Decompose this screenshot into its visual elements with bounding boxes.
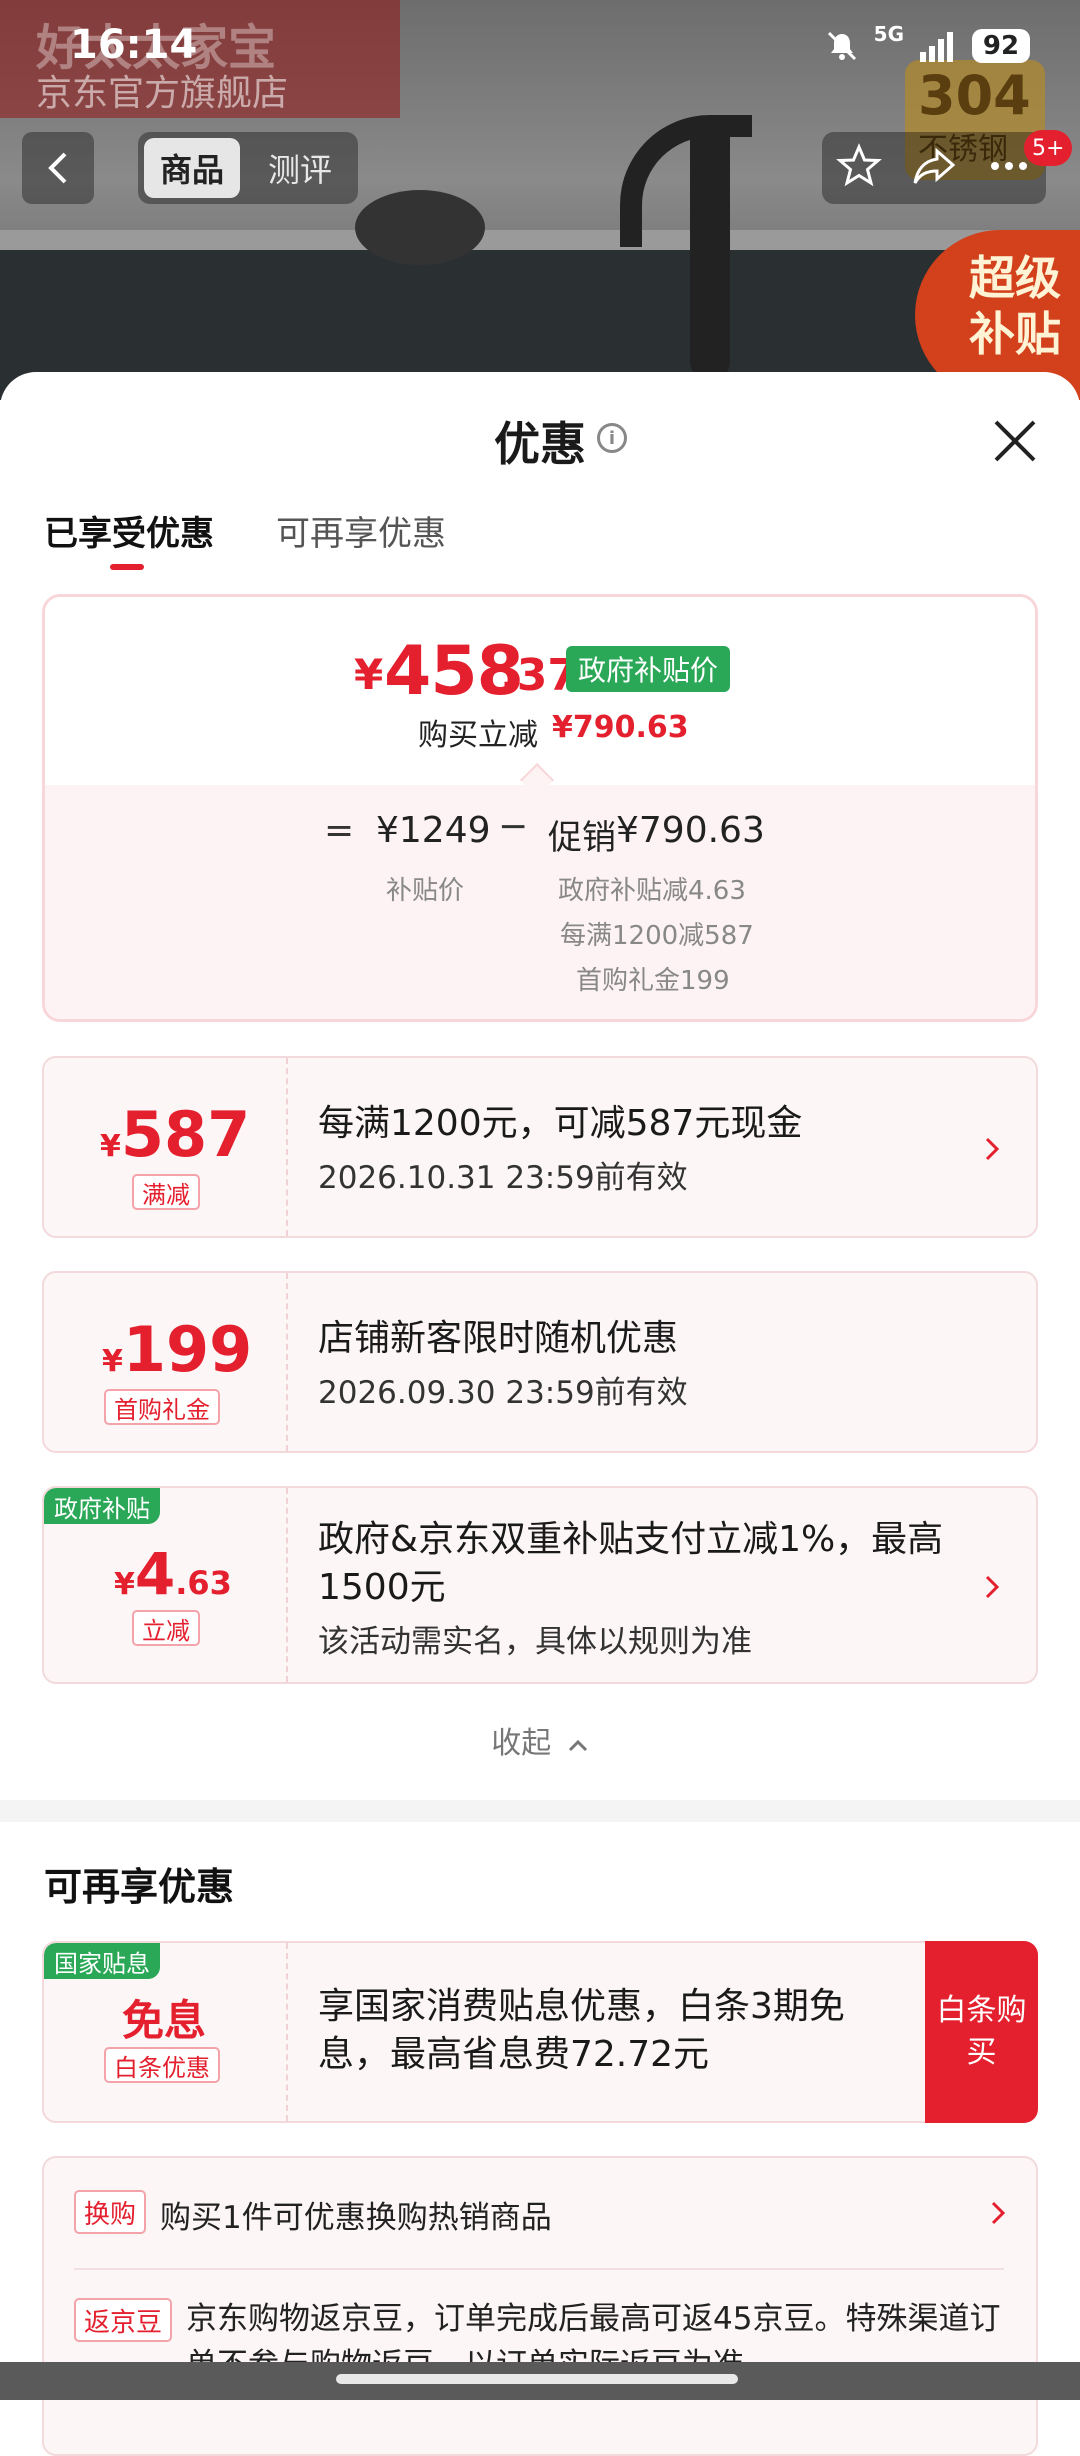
extra-offers-card: 换购 购买1件可优惠换购热销商品 返京豆 京东购物返京豆，订单完成后最高可返45… [42,2156,1038,2456]
coupon-divider [286,1488,288,1682]
coupon-title: 每满1200元，可减587元现金 [318,1103,803,1144]
promo-detail: 政府补贴减4.63 [558,876,746,906]
chevron-right-icon [985,1575,1000,1599]
bell-off-icon [824,28,860,64]
info-icon[interactable]: i [597,423,627,453]
coupon-amount: ¥ 587 [100,1098,250,1171]
coupon-divider [286,1943,288,2121]
more-discounts-title: 可再享优惠 [44,1865,235,1909]
price-currency: ¥ [354,650,384,699]
sheet-title: 优惠 [494,417,586,471]
exchange-tag: 换购 [74,2190,147,2234]
steel-badge-number: 304 [918,64,1031,127]
equals-sign: = [324,810,355,851]
minus-sign: − [498,806,529,847]
baitiao-tag: 白条优惠 [104,2047,220,2083]
chevron-left-icon [48,152,67,184]
tab-more-discounts[interactable]: 可再享优惠 [276,506,446,555]
coupon-card[interactable]: ¥ 587 满减 每满1200元，可减587元现金 2026.10.31 23:… [42,1056,1038,1238]
status-icons: 5G 92 [824,22,1030,70]
buy-reduce-value: ¥790.63 [552,710,689,745]
coupon-currency: ¥ [102,1344,123,1379]
network-type: 5G [873,22,904,46]
status-time: 16:14 [70,22,198,68]
home-indicator[interactable] [336,2374,738,2384]
gov-subsidy-corner-tag: 政府补贴 [44,1488,160,1524]
close-icon [994,420,1036,462]
coupon-amount: ¥ 4 .63 [114,1540,232,1608]
baitiao-buy-button[interactable]: 白条购买 [925,1941,1038,2123]
promo-label: 促销 [548,818,616,858]
tab-enjoyed-discounts[interactable]: 已享受优惠 [44,506,214,555]
coupon-value: 199 [122,1313,253,1386]
coupon-amount: ¥ 199 [102,1313,252,1386]
beans-tag: 返京豆 [74,2298,173,2342]
faucet-arc [620,115,752,247]
exchange-text[interactable]: 购买1件可优惠换购热销商品 [160,2192,552,2237]
message-badge: 5+ [1024,130,1073,166]
close-button[interactable] [990,416,1040,466]
coupon-value-decimal: .63 [175,1564,232,1602]
promo-value: ¥790.63 [616,810,765,851]
coupon-type-tag: 满减 [132,1174,200,1210]
coupon-value: 4 [134,1540,176,1608]
interest-free-title: 享国家消费贴息优惠，白条3期免息，最高省息费72.72元 [318,1986,845,2075]
coupon-type-tag: 立减 [132,1610,200,1646]
tab-review[interactable]: 测评 [250,138,350,198]
star-icon[interactable] [836,143,883,193]
battery-indicator: 92 [972,29,1030,63]
price-breakdown-area [45,785,1035,1019]
super-subsidy-text: 超级补贴 [969,251,1061,361]
collapse-label: 收起 [491,1726,552,1761]
subsidy-price-label: 补贴价 [386,876,465,906]
interest-free-card: 国家贴息 免息 白条优惠 享国家消费贴息优惠，白条3期免息，最高省息费72.72… [42,1941,1038,2123]
coupon-type-tag: 首购礼金 [104,1389,220,1425]
chevron-right-icon [985,1137,1000,1161]
signal-icon [918,30,958,62]
chevron-up-icon [568,1739,587,1752]
coupon-title: 政府&京东双重补贴支付立减1%，最高1500元 [318,1519,944,1608]
coupon-title: 店铺新客限时随机优惠 [318,1318,679,1359]
gov-subsidy-price-tag: 政府补贴价 [566,646,731,692]
back-button[interactable] [22,132,94,204]
buy-reduce-label: 购买立减 [418,718,538,753]
coupon-expiry: 2026.10.31 23:59前有效 [318,1160,688,1196]
coupon-divider [286,1273,288,1451]
coupon-card[interactable]: 政府补贴 ¥ 4 .63 立减 政府&京东双重补贴支付立减1%，最高1500元 … [42,1486,1038,1684]
top-actions [822,132,1046,204]
shop-subtitle: 京东官方旗舰店 [36,73,289,114]
section-divider [0,1800,1080,1822]
national-subsidy-corner-tag: 国家贴息 [44,1943,160,1979]
faucet-stem [690,120,730,380]
subsidy-price-value: ¥1249 [376,810,491,851]
coupon-card: ¥ 199 首购礼金 店铺新客限时随机优惠 2026.09.30 23:59前有… [42,1271,1038,1453]
coupon-currency: ¥ [100,1129,121,1164]
coupon-expiry: 2026.09.30 23:59前有效 [318,1375,688,1411]
active-tab-indicator [110,564,144,570]
chevron-right-icon[interactable] [988,2198,1008,2228]
cup-washer [355,190,485,265]
share-icon[interactable] [911,143,957,193]
collapse-button[interactable]: 收起 [0,1718,1080,1762]
interest-free-main: 免息 [122,1996,207,2045]
coupon-divider [286,1058,288,1236]
coupon-value: 587 [120,1098,251,1171]
promo-detail: 首购礼金199 [576,966,730,996]
promo-detail: 每满1200减587 [560,921,754,951]
tab-goods[interactable]: 商品 [144,138,240,198]
coupon-note: 该活动需实名，具体以规则为准 [318,1624,752,1660]
row-divider [74,2268,1004,2270]
coupon-currency: ¥ [114,1567,135,1602]
